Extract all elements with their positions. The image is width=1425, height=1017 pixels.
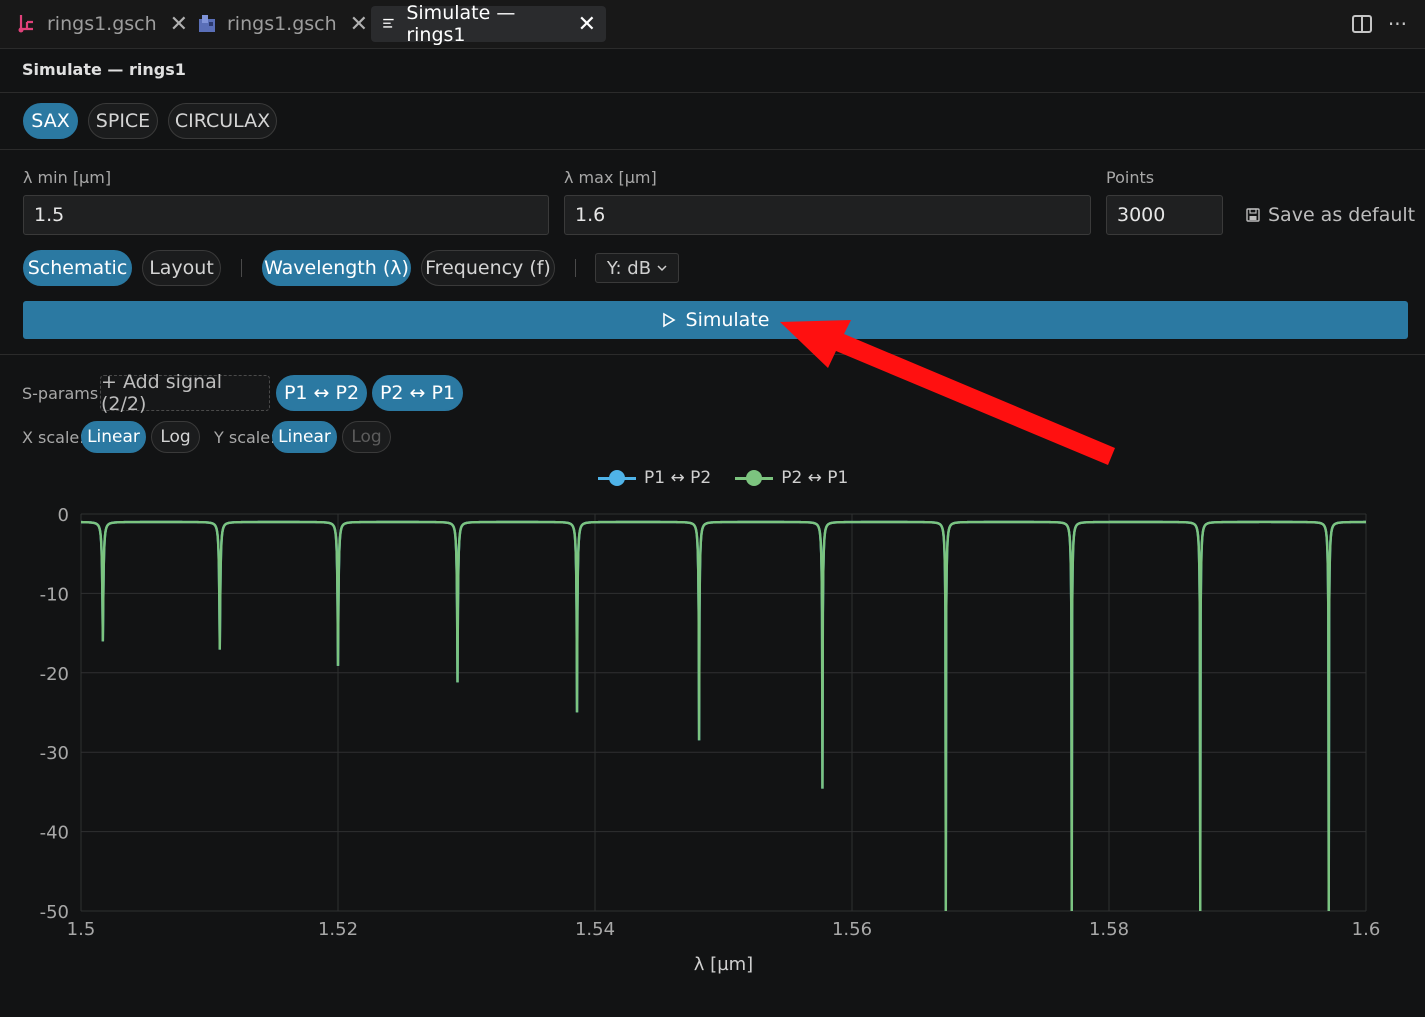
x-scale-log[interactable]: Log [151,421,200,453]
divider [0,149,1425,150]
simulate-button[interactable]: Simulate [23,301,1408,339]
y-tick-label: -30 [40,743,69,764]
engine-sax[interactable]: SAX [23,103,78,139]
lambda-max-label: λ max [µm] [564,168,657,187]
legend-marker [598,469,636,487]
y-tick-label: -20 [40,664,69,685]
legend-label: P2 ↔ P1 [781,468,849,488]
legend-marker [735,469,774,487]
transmission-chart: 1.5 1.52 1.54 1.56 1.58 1.6 0 -10 -20 -30 -40 -50 λ … [40,505,1381,975]
points-label: Points [1106,168,1155,187]
signal-p2-p1[interactable]: P2 ↔ P1 [372,375,463,411]
tab-simulate-rings1[interactable]: Simulate — rings1 ✕ [371,2,606,46]
x-axis-label: λ [µm] [694,954,753,975]
lambda-min-input[interactable]: 1.5 [23,195,549,235]
save-icon [1246,208,1260,222]
separator [241,259,242,277]
layout-icon [199,15,215,32]
tab-label: rings1.gsch [227,13,337,35]
view-schematic[interactable]: Schematic [23,250,132,286]
signal-p1-p2[interactable]: P1 ↔ P2 [276,375,367,411]
arrow-shape [780,320,1115,465]
y-mode-select[interactable]: Y: dB [595,253,679,283]
x-scale-label: X scale: [22,428,85,447]
domain-frequency[interactable]: Frequency (f) [421,250,555,286]
y-tick-label: -10 [40,584,69,605]
divider [0,92,1425,93]
separator [575,259,576,277]
close-icon[interactable]: ✕ [350,12,368,37]
y-tick-label: -40 [40,823,69,844]
tab-label: Simulate — rings1 [406,2,516,46]
close-icon[interactable]: ✕ [578,12,596,37]
x-tick-label: 1.6 [1352,919,1381,940]
tab-label: rings1.gsch [47,13,157,35]
points-input[interactable]: 3000 [1106,195,1223,235]
divider [0,354,1425,355]
editor-actions: ··· [1351,12,1407,36]
engine-circulax[interactable]: CIRCULAX [168,103,277,139]
list-icon [383,18,394,28]
sparams-label: S-params: [22,384,104,403]
x-tick-label: 1.58 [1089,919,1129,940]
domain-wavelength[interactable]: Wavelength (λ) [262,250,411,286]
lambda-max-input[interactable]: 1.6 [564,195,1091,235]
more-actions-icon[interactable]: ··· [1388,12,1407,36]
save-as-default-label: Save as default [1268,204,1416,226]
y-scale-linear[interactable]: Linear [272,421,337,453]
chart-legend: P1 ↔ P2 P2 ↔ P1 [598,468,848,488]
chevron-down-icon [657,265,667,272]
play-icon [662,312,676,328]
y-scale-log[interactable]: Log [342,421,391,453]
editor-tab-bar: rings1.gsch ✕ rings1.gsch ✕ Simulate — r… [0,0,1425,49]
save-as-default-button[interactable]: Save as default [1246,204,1415,226]
y-tick-label: -50 [40,902,69,923]
lambda-min-label: λ min [µm] [23,168,112,187]
simulate-label: Simulate [685,309,770,331]
legend-item-p2-p1[interactable]: P2 ↔ P1 [735,468,848,488]
x-tick-label: 1.56 [832,919,872,940]
engine-spice[interactable]: SPICE [88,103,158,139]
y-tick-label: 0 [58,505,69,526]
add-signal-button[interactable]: + Add signal (2/2) [100,371,270,415]
y-scale-label: Y scale: [214,428,276,447]
view-layout[interactable]: Layout [142,250,221,286]
tab-rings1-schematic[interactable]: rings1.gsch ✕ [6,6,198,42]
x-scale-linear[interactable]: Linear [81,421,146,453]
series-line-p1-p2 [80,520,1367,912]
legend-label: P1 ↔ P2 [644,468,712,488]
x-tick-label: 1.52 [318,919,358,940]
legend-item-p1-p2[interactable]: P1 ↔ P2 [598,468,711,488]
x-tick-label: 1.54 [575,919,615,940]
x-tick-label: 1.5 [67,919,96,940]
split-editor-icon[interactable] [1351,15,1372,33]
page-title: Simulate — rings1 [22,60,186,79]
tab-rings1-layout[interactable]: rings1.gsch ✕ [186,6,378,42]
schematic-icon [18,15,33,33]
y-mode-value: Y: dB [606,257,652,279]
series-line-p2-p1 [80,520,1367,912]
